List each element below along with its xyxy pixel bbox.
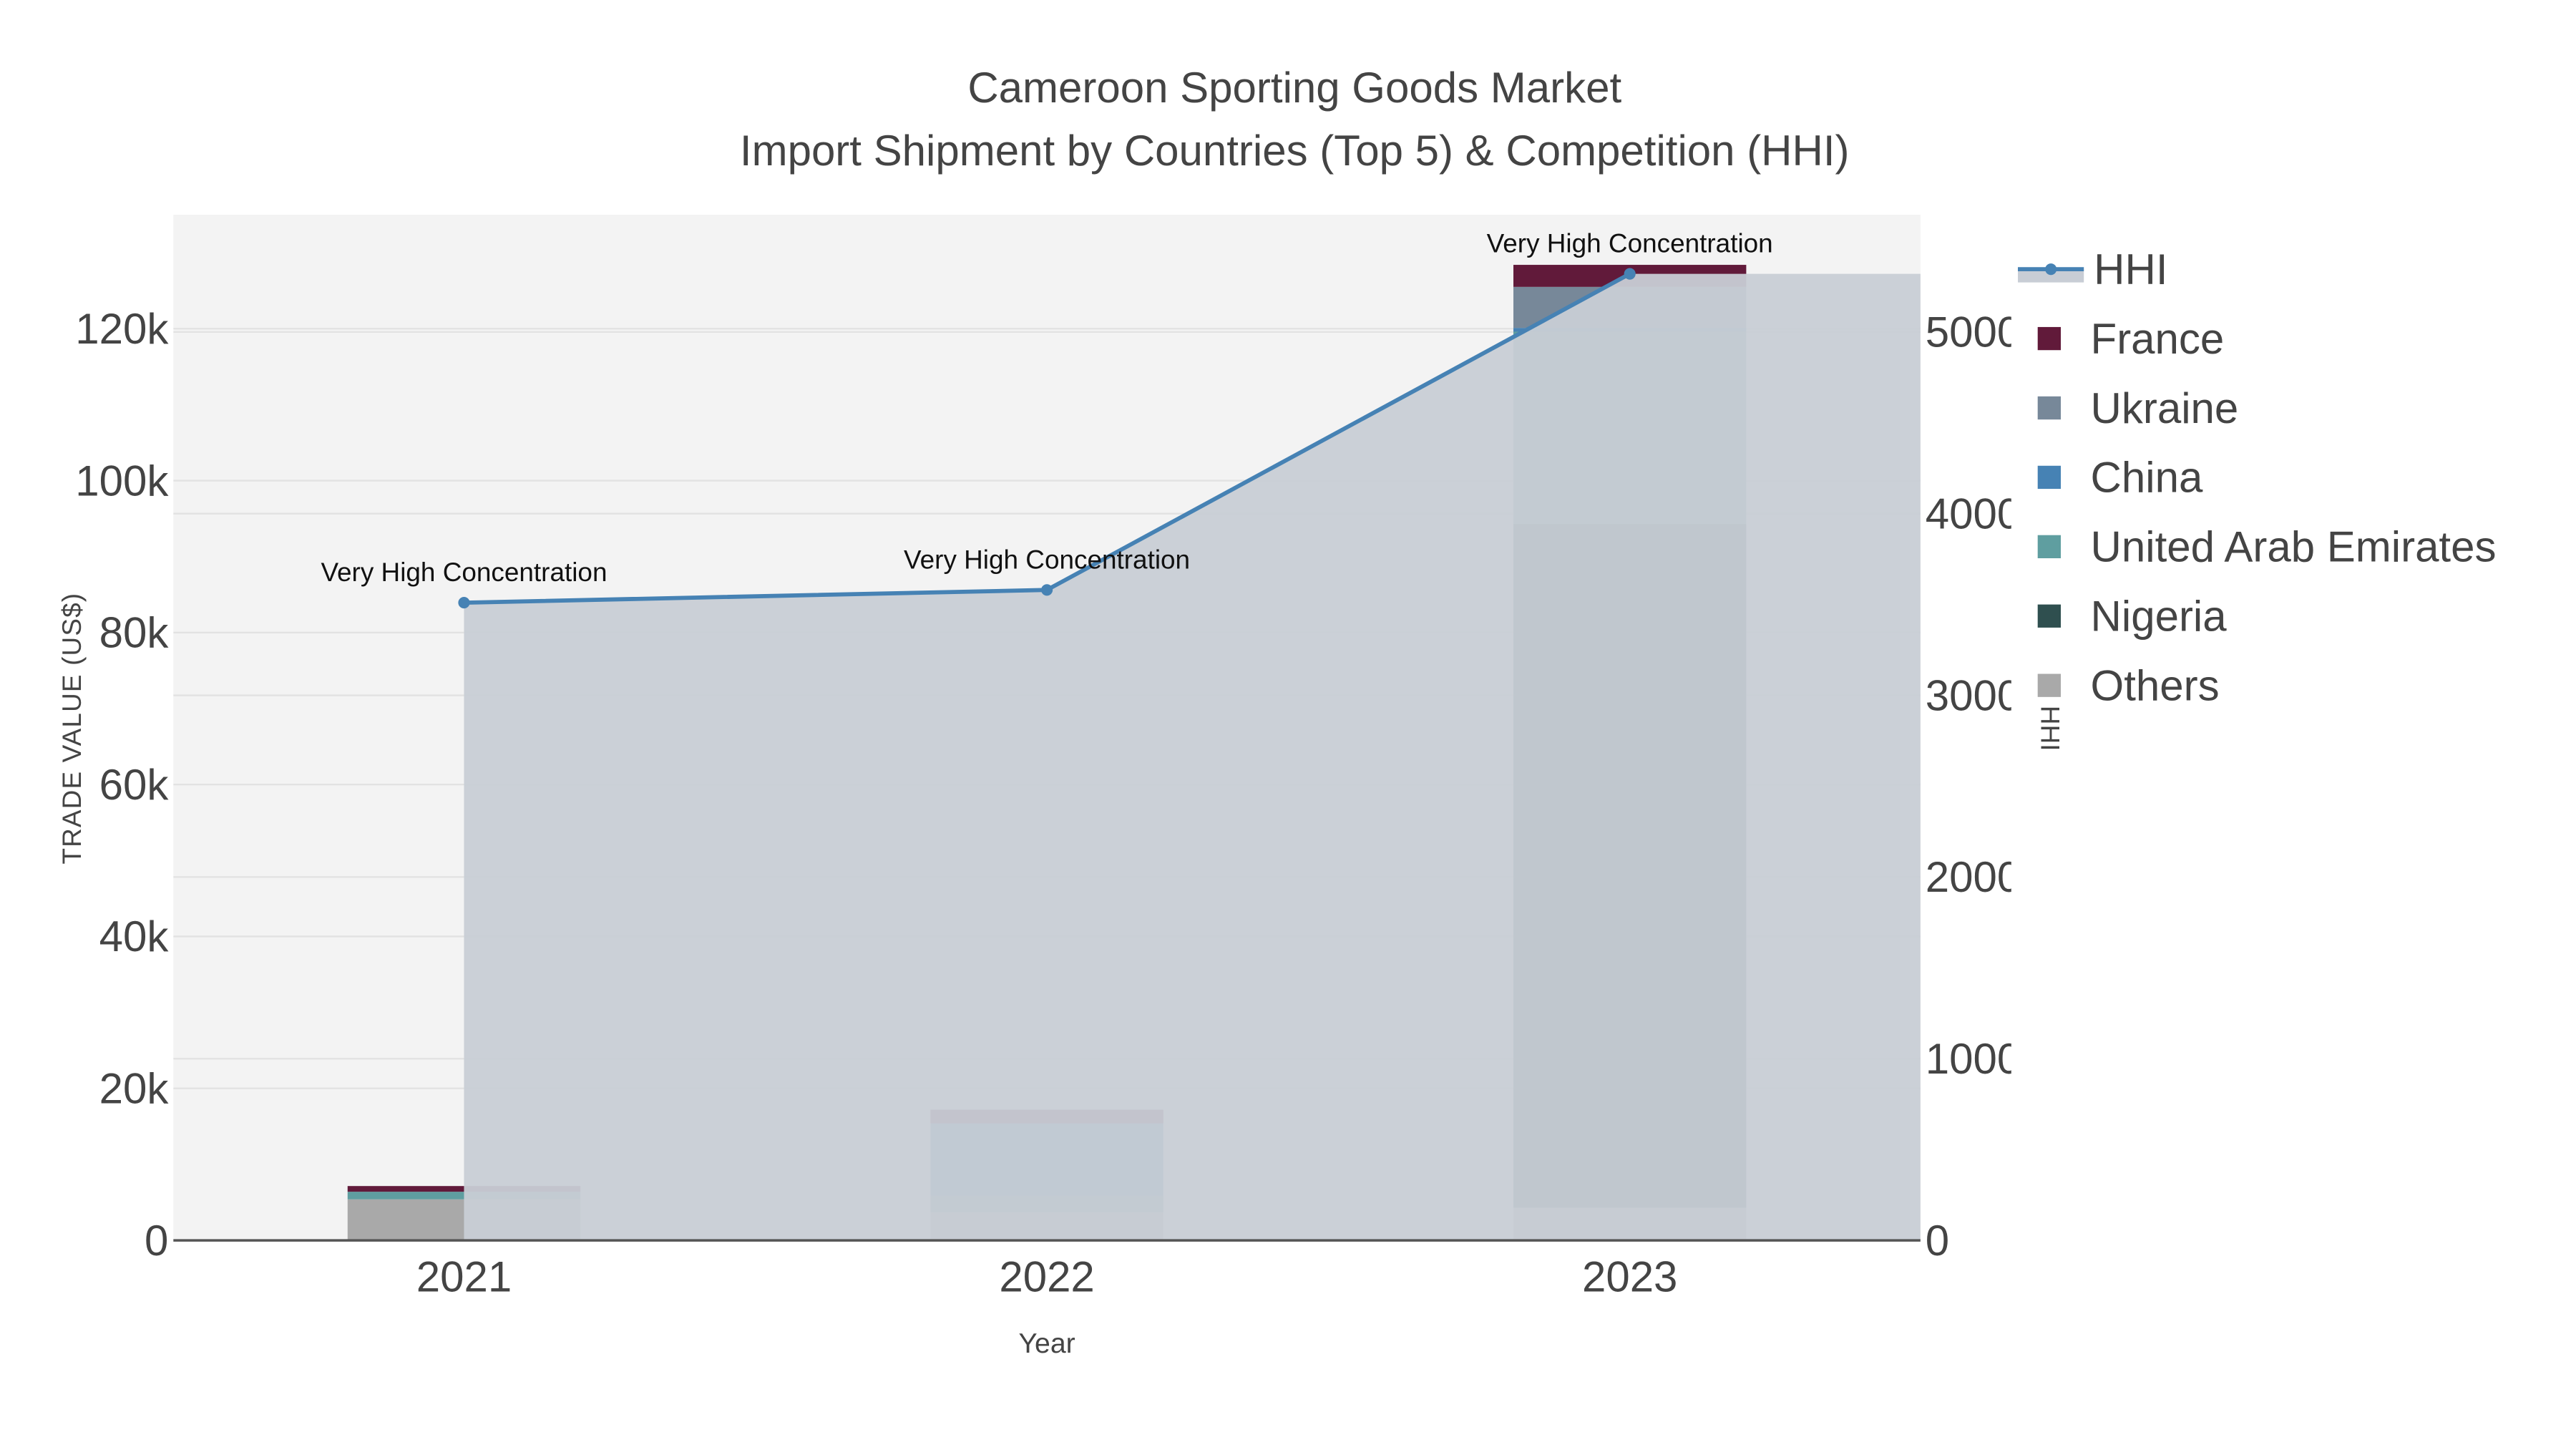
legend-swatch xyxy=(2037,326,2062,351)
legend-item-ukraine[interactable]: Ukraine xyxy=(2018,374,2496,443)
legend-line-swatch xyxy=(2018,263,2084,283)
hhi-annotation: Very High Concentration xyxy=(321,558,607,587)
y2-tick-label: 3000 xyxy=(1926,671,2021,719)
hhi-annotation: Very High Concentration xyxy=(904,545,1190,574)
x-tick-label: 2023 xyxy=(1582,1253,1677,1301)
legend-item-nigeria[interactable]: Nigeria xyxy=(2018,581,2496,651)
hhi-point xyxy=(458,597,470,609)
legend-item-france[interactable]: France xyxy=(2018,304,2496,374)
legend-label: China xyxy=(2090,452,2203,502)
y-tick-label: 40k xyxy=(99,913,170,960)
legend-item-united-arab-emirates[interactable]: United Arab Emirates xyxy=(2018,512,2496,581)
legend-swatch xyxy=(2037,465,2062,490)
legend-item-hhi[interactable]: HHI xyxy=(2018,235,2496,304)
y-tick-label: 60k xyxy=(99,761,170,809)
legend-label: Others xyxy=(2090,659,2220,710)
hhi-point xyxy=(1041,584,1053,596)
y2-tick-label: 2000 xyxy=(1926,853,2021,901)
legend-item-china[interactable]: China xyxy=(2018,442,2496,512)
y-tick-label: 0 xyxy=(145,1217,168,1265)
chart: Cameroon Sporting Goods Market Import Sh… xyxy=(0,0,2576,1449)
legend-swatch xyxy=(2037,396,2062,420)
y-tick-label: 100k xyxy=(75,457,169,505)
y-tick-label: 20k xyxy=(99,1065,170,1113)
legend: HHI France Ukraine China United Arab Emirate… xyxy=(2018,235,2496,720)
y2-tick-label: 1000 xyxy=(1926,1035,2021,1083)
y2-tick-label: 4000 xyxy=(1926,490,2021,537)
hhi-annotation: Very High Concentration xyxy=(1487,229,1773,258)
hhi-point xyxy=(1624,268,1636,280)
legend-label: Nigeria xyxy=(2090,590,2227,641)
plot-svg: Very High Concentration Very High Concent… xyxy=(57,215,2064,1359)
legend-label: United Arab Emirates xyxy=(2090,521,2497,571)
legend-label: HHI xyxy=(2094,243,2168,293)
x-axis-title: Year xyxy=(1018,1328,1075,1359)
legend-swatch xyxy=(2037,604,2062,628)
y-tick-label: 80k xyxy=(99,609,170,657)
legend-swatch xyxy=(2037,673,2062,697)
y-tick-label: 120k xyxy=(75,305,169,353)
x-tick-label: 2021 xyxy=(416,1253,512,1301)
legend-swatch xyxy=(2037,535,2062,559)
legend-label: France xyxy=(2090,313,2225,363)
x-tick-label: 2022 xyxy=(999,1253,1094,1301)
legend-label: Ukraine xyxy=(2090,382,2239,432)
y-axis-title: TRADE VALUE (US$) xyxy=(57,593,87,865)
y2-tick-label: 5000 xyxy=(1926,308,2021,356)
y2-tick-label: 0 xyxy=(1926,1217,1949,1265)
legend-item-others[interactable]: Others xyxy=(2018,651,2496,720)
